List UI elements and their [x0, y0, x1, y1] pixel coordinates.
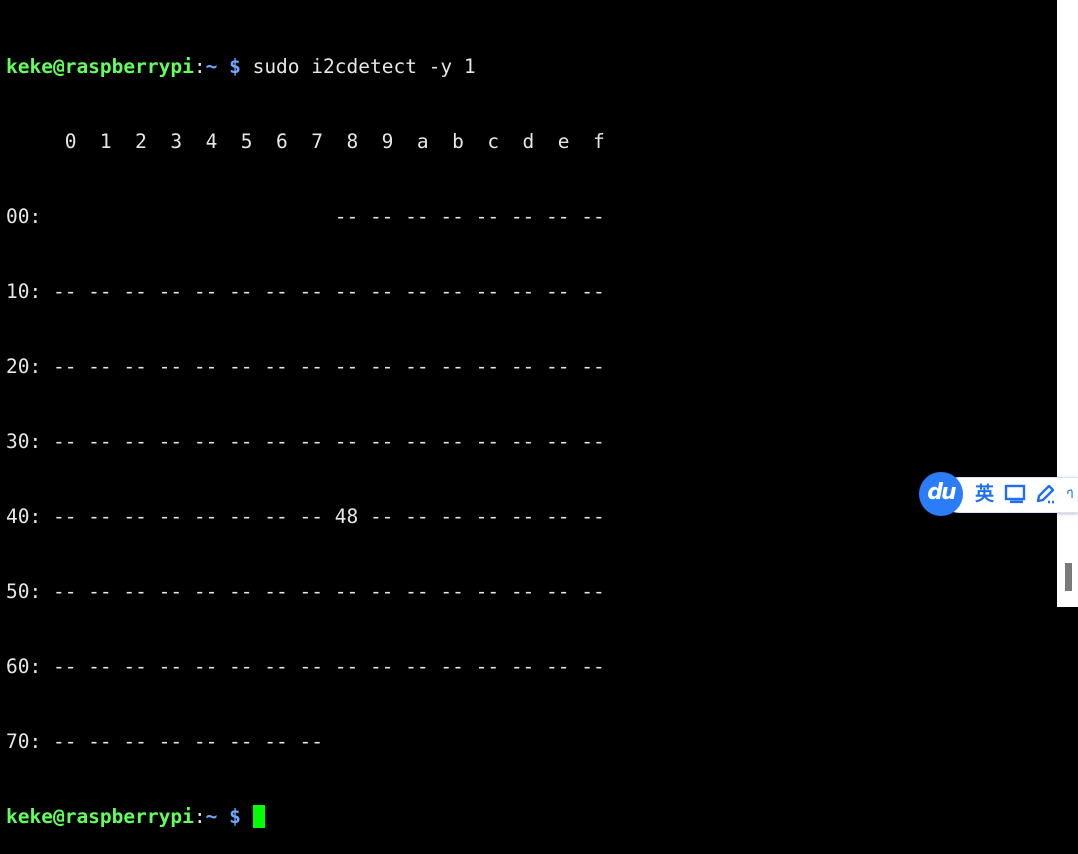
shirt-icon[interactable]: [1067, 482, 1078, 506]
command-line: keke@raspberrypi:~ $ sudo i2cdetect -y 1: [6, 54, 1057, 79]
ime-logo[interactable]: du: [919, 472, 963, 516]
text-cursor: [252, 805, 265, 828]
output-line: 40: -- -- -- -- -- -- -- -- 48 -- -- -- …: [6, 505, 605, 528]
prompt-user-host: keke@raspberrypi: [6, 55, 194, 78]
prompt-path: ~: [205, 805, 218, 828]
command-text: sudo i2cdetect -y 1: [252, 55, 476, 78]
output-line: 10: -- -- -- -- -- -- -- -- -- -- -- -- …: [6, 280, 605, 303]
output-line: 70: -- -- -- -- -- -- -- --: [6, 730, 323, 753]
prompt-user-host: keke@raspberrypi: [6, 805, 194, 828]
prompt-separator: :: [193, 55, 206, 78]
prompt-path: ~: [205, 55, 218, 78]
keyboard-icon[interactable]: [1003, 482, 1027, 506]
scrollbar-thumb[interactable]: [1065, 563, 1072, 591]
output-line: 00: -- -- -- -- -- -- -- --: [6, 205, 605, 228]
pen-icon[interactable]: [1034, 482, 1058, 506]
output-line: 50: -- -- -- -- -- -- -- -- -- -- -- -- …: [6, 580, 605, 603]
output-line: 20: -- -- -- -- -- -- -- -- -- -- -- -- …: [6, 355, 605, 378]
ime-toolbar[interactable]: du 英: [919, 472, 1078, 516]
ime-language-toggle[interactable]: 英: [975, 482, 994, 506]
active-prompt-line[interactable]: keke@raspberrypi:~ $: [6, 804, 1057, 829]
output-line: 30: -- -- -- -- -- -- -- -- -- -- -- -- …: [6, 430, 605, 453]
prompt-symbol: $: [217, 55, 253, 78]
prompt-symbol: $: [217, 805, 253, 828]
output-line: 60: -- -- -- -- -- -- -- -- -- -- -- -- …: [6, 655, 605, 678]
prompt-separator: :: [193, 805, 206, 828]
terminal-window[interactable]: keke@raspberrypi:~ $ sudo i2cdetect -y 1…: [0, 0, 1057, 828]
output-line: 0 1 2 3 4 5 6 7 8 9 a b c d e f: [6, 130, 605, 153]
